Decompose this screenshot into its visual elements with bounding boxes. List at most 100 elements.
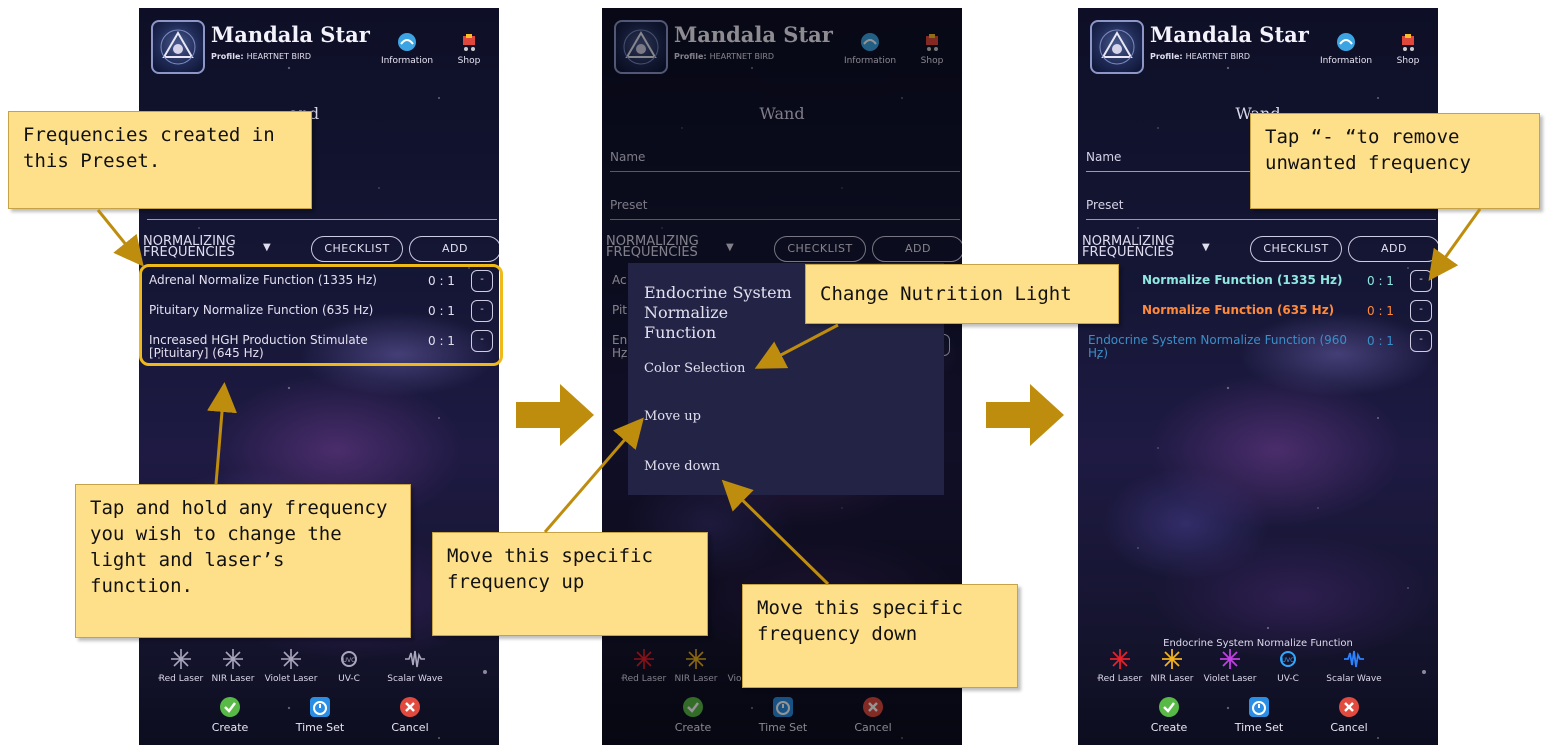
- menu-item-move-down[interactable]: Move down: [644, 459, 720, 474]
- starburst-icon: [1161, 648, 1183, 670]
- profile-text: Profile: HEARTNET BIRD: [1150, 52, 1250, 61]
- laser-label: Scalar Wave: [387, 674, 443, 684]
- remove-frequency-button[interactable]: -: [1410, 270, 1432, 292]
- step-arrow-icon: [516, 384, 594, 450]
- frequency-controls: NORMALIZING FREQUENCIES ▼ CHECKLIST ADD: [143, 234, 499, 266]
- app-title: Mandala Star: [1150, 22, 1309, 47]
- profile-name: HEARTNET BIRD: [1185, 52, 1251, 61]
- red-laser-button[interactable]: Red Laser: [151, 648, 211, 684]
- step-arrow-icon: [986, 384, 1064, 450]
- remove-frequency-button[interactable]: -: [1410, 300, 1432, 322]
- category-dropdown[interactable]: NORMALIZING FREQUENCIES ▼: [143, 234, 283, 260]
- cart-icon: [1398, 32, 1418, 52]
- scalar-wave-button[interactable]: Scalar Wave: [385, 648, 445, 684]
- arrow-to-list: [96, 209, 144, 267]
- profile-text: Profile: HEARTNET BIRD: [211, 52, 311, 61]
- laser-label: Scalar Wave: [1326, 674, 1382, 684]
- frequency-row[interactable]: Normalize Function (1335 Hz) 0 : 1 -: [1084, 268, 1436, 298]
- menu-item-color-selection[interactable]: Color Selection: [644, 361, 745, 376]
- shop-button[interactable]: Shop: [1378, 32, 1438, 66]
- cancel-label: Cancel: [391, 721, 429, 734]
- create-button[interactable]: Create: [1134, 696, 1204, 734]
- frequency-row[interactable]: Normalize Function (635 Hz) 0 : 1 -: [1084, 298, 1436, 328]
- app-bar: Mandala Star Profile: HEARTNET BIRD Infor…: [1078, 8, 1438, 88]
- information-button[interactable]: Information: [1316, 32, 1376, 66]
- app-title: Mandala Star: [211, 22, 370, 47]
- create-label: Create: [1150, 721, 1188, 734]
- laser-label: Violet Laser: [1203, 674, 1257, 684]
- information-label: Information: [380, 56, 434, 66]
- information-button[interactable]: Information: [377, 32, 437, 66]
- nir-laser-button[interactable]: NIR Laser: [203, 648, 263, 684]
- profile-name: HEARTNET BIRD: [246, 52, 312, 61]
- checklist-button[interactable]: CHECKLIST: [1250, 236, 1342, 262]
- starburst-icon: [1219, 648, 1241, 670]
- shop-button[interactable]: Shop: [439, 32, 499, 66]
- annotation-move-up: Move this specific frequency up: [432, 532, 708, 636]
- check-icon: [1158, 696, 1180, 718]
- checklist-button[interactable]: CHECKLIST: [311, 236, 403, 262]
- frequency-row[interactable]: Endocrine System Normalize Function (960…: [1084, 328, 1436, 368]
- violet-laser-button[interactable]: Violet Laser: [261, 648, 321, 684]
- create-label: Create: [211, 721, 249, 734]
- cancel-icon: [1338, 696, 1360, 718]
- profile-label: Profile:: [1150, 52, 1183, 61]
- violet-laser-button[interactable]: Violet Laser: [1200, 648, 1260, 684]
- mandala-logo-icon[interactable]: [1090, 20, 1144, 74]
- starburst-icon: [170, 648, 192, 670]
- menu-title: Endocrine System Normalize Function: [644, 283, 792, 342]
- laser-label: Red Laser: [1097, 674, 1143, 684]
- cart-icon: [459, 32, 479, 52]
- category-dropdown-label: NORMALIZING FREQUENCIES: [143, 234, 236, 260]
- scalar-wave-button[interactable]: Scalar Wave: [1324, 648, 1384, 684]
- starburst-icon: [280, 648, 302, 670]
- add-button[interactable]: ADD: [1348, 236, 1438, 262]
- svg-text:UVC: UVC: [1282, 657, 1295, 664]
- annotation-change-light: Change Nutrition Light: [805, 264, 1119, 324]
- mandala-logo-icon[interactable]: [151, 20, 205, 74]
- caret-down-icon: ▼: [1202, 242, 1210, 253]
- laser-label: NIR Laser: [1150, 674, 1194, 684]
- information-label: Information: [1319, 56, 1373, 66]
- red-laser-button[interactable]: Red Laser: [1090, 648, 1150, 684]
- time-set-label: Time Set: [1234, 721, 1284, 734]
- caret-down-icon: ▼: [263, 242, 271, 253]
- annotation-frequencies-created: Frequencies created in this Preset.: [8, 111, 312, 209]
- time-set-button[interactable]: Time Set: [285, 696, 355, 734]
- laser-label: NIR Laser: [211, 674, 255, 684]
- timer-icon: [1248, 696, 1270, 718]
- laser-label: UV-C: [338, 674, 360, 684]
- cancel-button[interactable]: Cancel: [375, 696, 445, 734]
- uvc-icon: UVC: [338, 648, 360, 670]
- nir-laser-button[interactable]: NIR Laser: [1142, 648, 1202, 684]
- laser-label: Violet Laser: [264, 674, 318, 684]
- cancel-label: Cancel: [1330, 721, 1368, 734]
- create-button[interactable]: Create: [195, 696, 265, 734]
- profile-label: Profile:: [211, 52, 244, 61]
- annotation-move-down: Move this specific frequency down: [742, 584, 1018, 688]
- category-dropdown-label: NORMALIZING FREQUENCIES: [1082, 234, 1175, 260]
- starburst-icon: [222, 648, 244, 670]
- cancel-button[interactable]: Cancel: [1314, 696, 1384, 734]
- laser-label: Red Laser: [158, 674, 204, 684]
- arrow-to-remove: [1428, 208, 1482, 281]
- time-set-button[interactable]: Time Set: [1224, 696, 1294, 734]
- category-dropdown[interactable]: NORMALIZING FREQUENCIES ▼: [1082, 234, 1222, 260]
- wave-icon: [1343, 648, 1365, 670]
- uvc-button[interactable]: UVC UV-C: [319, 648, 379, 684]
- cancel-icon: [399, 696, 421, 718]
- action-bar: Create Time Set Cancel: [1078, 696, 1438, 745]
- uvc-button[interactable]: UVC UV-C: [1258, 648, 1318, 684]
- annotation-remove: Tap “- “to remove unwanted frequency: [1250, 113, 1540, 209]
- laser-selector: Red Laser NIR Laser Violet Laser UVC UV-C…: [139, 648, 499, 692]
- time-set-label: Time Set: [295, 721, 345, 734]
- menu-item-move-up[interactable]: Move up: [644, 409, 701, 424]
- add-button[interactable]: ADD: [409, 236, 499, 262]
- shop-label: Shop: [1396, 56, 1420, 66]
- action-bar: Create Time Set Cancel: [139, 696, 499, 745]
- laser-selector: Red Laser NIR Laser Violet Laser UVC UV-C…: [1078, 648, 1438, 692]
- remove-frequency-button[interactable]: -: [1410, 330, 1432, 352]
- timer-icon: [309, 696, 331, 718]
- frequency-name: Endocrine System Normalize Function (960…: [1088, 333, 1348, 360]
- svg-text:UVC: UVC: [343, 657, 356, 664]
